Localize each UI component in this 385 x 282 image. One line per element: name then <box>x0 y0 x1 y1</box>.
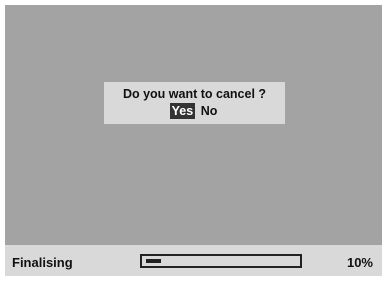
cancel-dialog: Do you want to cancel ? Yes No <box>104 82 285 124</box>
progress-percent: 10% <box>346 255 373 270</box>
yes-option[interactable]: Yes <box>169 103 196 119</box>
dialog-question: Do you want to cancel ? <box>122 87 267 101</box>
status-label: Finalising <box>12 255 73 270</box>
no-option[interactable]: No <box>199 103 220 119</box>
screen: Do you want to cancel ? Yes No Finalisin… <box>5 5 382 276</box>
progress-bar <box>140 254 302 268</box>
dialog-options: Yes No <box>104 103 285 119</box>
status-bar: Finalising 10% <box>5 245 382 276</box>
progress-fill <box>146 259 161 263</box>
